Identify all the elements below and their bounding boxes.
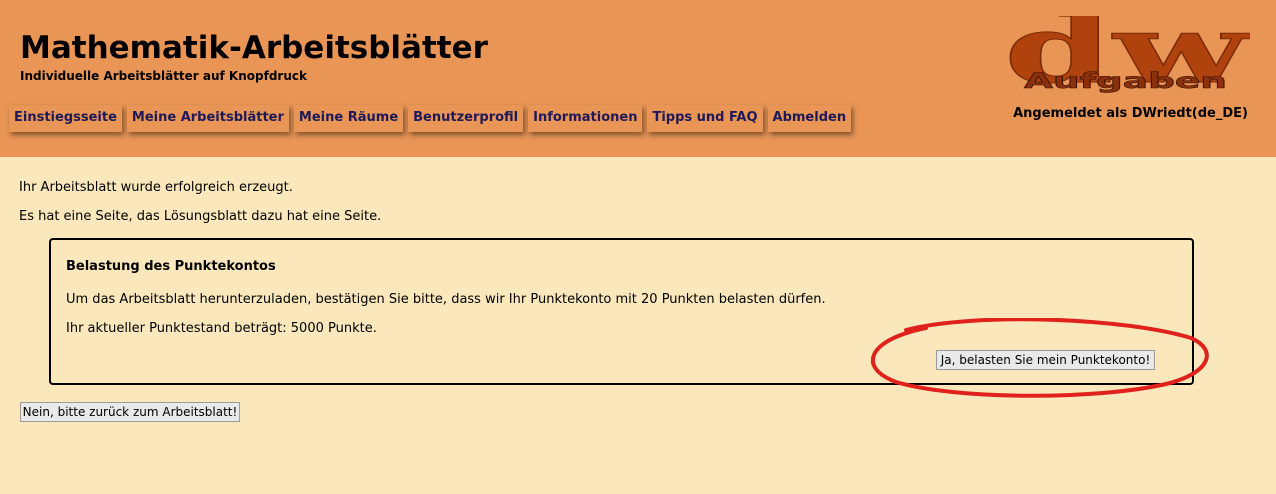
confirm-text: Um das Arbeitsblatt herunterzuladen, bes… [66,292,826,307]
site-subtitle: Individuelle Arbeitsblätter auf Knopfdru… [20,69,307,83]
points-charge-box: Belastung des Punktekontos Um das Arbeit… [49,238,1194,385]
logo-aufgaben-text: Aufgaben [1024,69,1227,93]
success-message: Ihr Arbeitsblatt wurde erfolgreich erzeu… [19,180,293,195]
points-balance-text: Ihr aktueller Punktestand beträgt: 5000 … [66,321,377,336]
nav-item-einstiegsseite[interactable]: Einstiegsseite [9,105,122,132]
confirm-charge-button[interactable]: Ja, belasten Sie mein Punktekonto! [936,350,1155,370]
dw-aufgaben-logo[interactable]: dw Aufgaben [1004,16,1250,94]
back-to-worksheet-button[interactable]: Nein, bitte zurück zum Arbeitsblatt! [20,402,240,422]
page-count-message: Es hat eine Seite, das Lösungsblatt dazu… [19,209,382,224]
nav-item-informationen[interactable]: Informationen [528,105,643,132]
logged-in-status: Angemeldet als DWriedt(de_DE) [1013,106,1248,121]
nav-item-meine-arbeitsblaetter[interactable]: Meine Arbeitsblätter [126,105,289,132]
box-title: Belastung des Punktekontos [66,259,276,274]
nav-item-meine-raeume[interactable]: Meine Räume [293,105,404,132]
site-title: Mathematik-Arbeitsblätter [20,30,488,66]
site-header: Mathematik-Arbeitsblätter Individuelle A… [0,0,1276,157]
nav-item-benutzerprofil[interactable]: Benutzerprofil [408,105,524,132]
nav-item-abmelden[interactable]: Abmelden [767,105,852,132]
main-nav: Einstiegsseite Meine Arbeitsblätter Mein… [9,105,852,132]
nav-item-tipps-faq[interactable]: Tipps und FAQ [647,105,763,132]
